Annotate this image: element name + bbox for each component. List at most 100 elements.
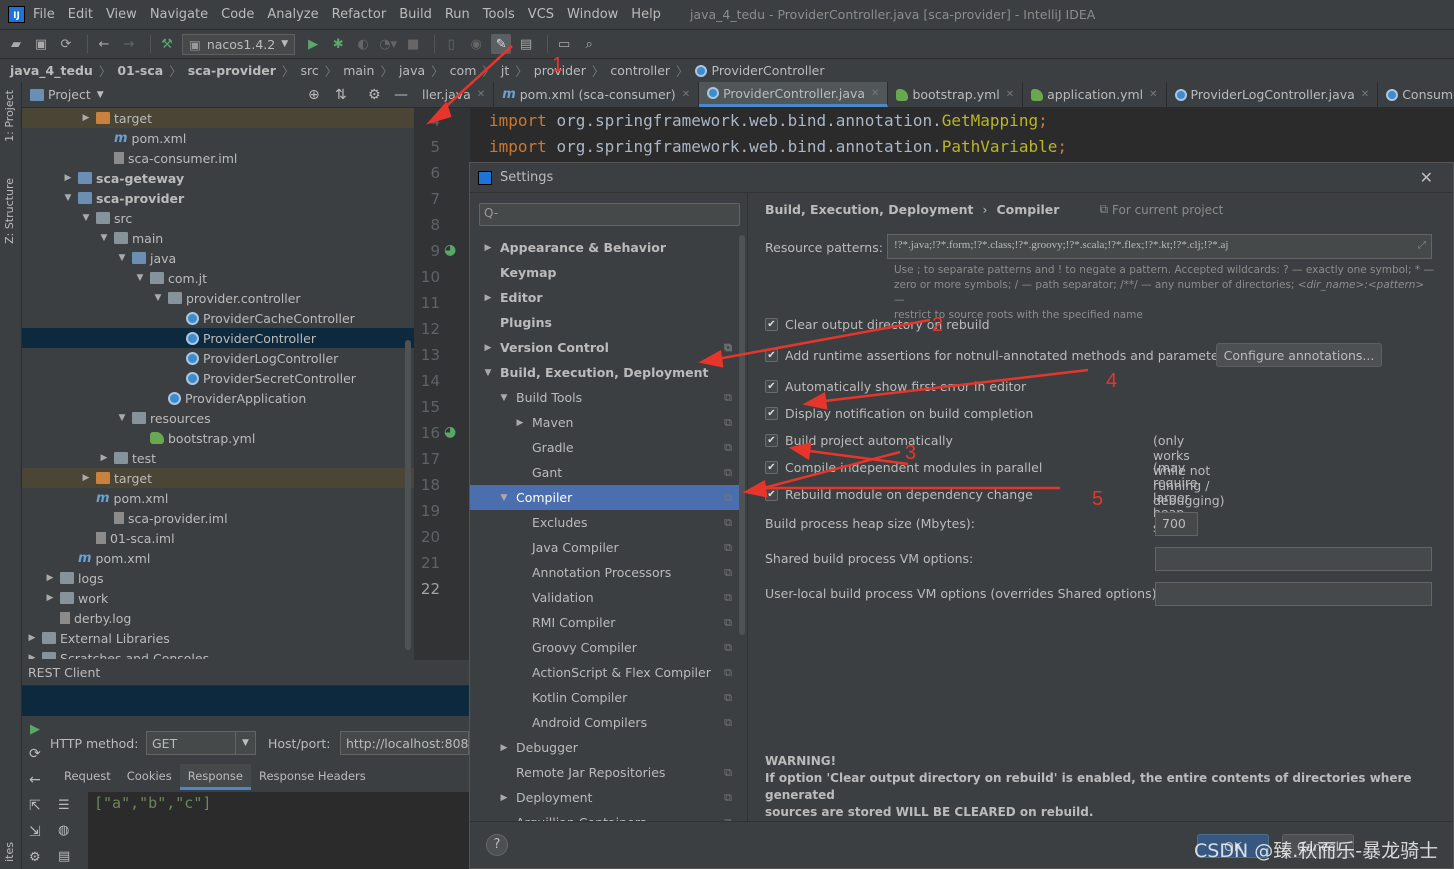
favorites-tool-button[interactable]: ites	[3, 842, 16, 862]
chevron-down-icon[interactable]: ▼	[498, 493, 510, 503]
settings-tree-item[interactable]: ▶ Debugger	[470, 735, 740, 760]
settings-tree-item[interactable]: Keymap	[470, 260, 740, 285]
settings-tree-item[interactable]: Annotation Processors ⧉	[470, 560, 740, 585]
tree-item[interactable]: derby.log	[22, 608, 414, 628]
menu-item-vcs[interactable]: VCS	[528, 7, 554, 22]
checkbox[interactable]: ✔	[765, 488, 778, 501]
tree-item[interactable]: m pom.xml	[22, 548, 414, 568]
breadcrumb-item[interactable]: main	[343, 63, 374, 78]
chevron-right-icon[interactable]: ▶	[80, 113, 92, 123]
chevron-right-icon[interactable]: ▶	[98, 453, 110, 463]
chevron-right-icon[interactable]: ▶	[482, 243, 494, 253]
tree-item[interactable]: ProviderApplication	[22, 388, 414, 408]
checkbox[interactable]: ✔	[765, 407, 778, 420]
option-checkbox[interactable]: ✔ Clear output directory on rebuild	[765, 317, 990, 332]
tree-item[interactable]: ProviderController	[22, 328, 414, 348]
chevron-down-icon[interactable]: ▼	[80, 213, 92, 223]
settings-tree-item[interactable]: ▶ Maven ⧉	[470, 410, 740, 435]
refresh-icon[interactable]: ⟳	[29, 746, 41, 762]
checkbox[interactable]: ✔	[765, 461, 778, 474]
chevron-right-icon[interactable]: ▶	[498, 743, 510, 753]
chevron-down-icon[interactable]: ▼	[97, 90, 104, 100]
settings-tree-item[interactable]: ▶ Editor	[470, 285, 740, 310]
back-icon[interactable]: ←	[29, 772, 41, 788]
close-icon[interactable]: ✕	[1420, 168, 1433, 187]
shared-vm-options-input[interactable]	[1155, 547, 1432, 571]
settings-tree-item[interactable]: Java Compiler ⧉	[470, 535, 740, 560]
chevron-right-icon[interactable]: ▶	[26, 633, 38, 643]
resource-patterns-input[interactable]: !?*.java;!?*.form;!?*.class;!?*.groovy;!…	[887, 234, 1432, 259]
tree-item[interactable]: m pom.xml	[22, 488, 414, 508]
tree-item[interactable]: ▶ target	[22, 108, 414, 128]
close-tab-icon[interactable]: ✕	[682, 89, 690, 100]
hide-icon[interactable]: —	[394, 87, 408, 103]
sync-icon[interactable]: ⟳	[56, 34, 76, 54]
breadcrumb-item[interactable]: java_4_tedu	[10, 63, 93, 78]
breadcrumb-item[interactable]: controller	[610, 63, 670, 78]
forward-icon[interactable]: →	[119, 34, 139, 54]
open-folder-icon[interactable]: ▰	[6, 34, 26, 54]
option-checkbox[interactable]: ✔ Rebuild module on dependency change	[765, 487, 1033, 502]
chevron-right-icon[interactable]: ▶	[482, 293, 494, 303]
chevron-down-icon[interactable]: ▼	[152, 293, 164, 303]
settings-tree-item[interactable]: ▶ Version Control ⧉	[470, 335, 740, 360]
tree-item[interactable]: ProviderCacheController	[22, 308, 414, 328]
locate-icon[interactable]: ⊕	[308, 87, 320, 103]
tree-item[interactable]: ProviderSecretController	[22, 368, 414, 388]
editor-tab[interactable]: bootstrap.yml ✕	[888, 82, 1024, 107]
checkbox[interactable]: ✔	[765, 434, 778, 447]
settings-tree-item[interactable]: Android Compilers ⧉	[470, 710, 740, 735]
settings-tree-item[interactable]: Arquillian Containers⧉	[470, 810, 740, 821]
menu-item-file[interactable]: File	[33, 7, 55, 22]
heap-size-input[interactable]: 700	[1155, 512, 1198, 536]
breadcrumb-item[interactable]: ProviderController	[712, 63, 825, 78]
editor-tab[interactable]: application.yml ✕	[1023, 82, 1167, 107]
tree-item[interactable]: ▶ External Libraries	[22, 628, 414, 648]
breadcrumb-item[interactable]: java	[399, 63, 425, 78]
option-checkbox[interactable]: ✔ Display notification on build completio…	[765, 406, 1033, 421]
checkbox[interactable]: ✔	[765, 349, 778, 362]
run-request-icon[interactable]: ▶	[30, 722, 40, 737]
breadcrumb-item[interactable]: sca-provider	[188, 63, 276, 78]
tree-item[interactable]: ▶ logs	[22, 568, 414, 588]
back-icon[interactable]: ←	[94, 34, 114, 54]
settings-icon[interactable]: ⚙	[29, 850, 41, 865]
tree-item[interactable]: ▼ src	[22, 208, 414, 228]
run-configuration-select[interactable]: ▣ nacos1.4.2 ▼	[182, 33, 296, 55]
http-method-select[interactable]: GET ▼	[146, 731, 256, 755]
checkbox[interactable]: ✔	[765, 318, 778, 331]
coverage-icon[interactable]: ◐	[353, 34, 373, 54]
menu-item-help[interactable]: Help	[631, 7, 661, 22]
editor-tab[interactable]: ProviderController.java ✕	[699, 82, 889, 107]
breadcrumb-item[interactable]: com	[450, 63, 477, 78]
tree-item[interactable]: ProviderLogController	[22, 348, 414, 368]
close-tab-icon[interactable]: ✕	[871, 88, 879, 99]
format-icon[interactable]: ☰	[58, 798, 70, 813]
settings-tree-item[interactable]: ▶ Deployment ⧉	[470, 785, 740, 810]
globe-icon[interactable]: ◍	[58, 823, 69, 838]
configure-annotations-button[interactable]: Configure annotations...	[1216, 343, 1382, 367]
chevron-right-icon[interactable]: ▶	[62, 173, 74, 183]
settings-tree-item[interactable]: ActionScript & Flex Compiler ⧉	[470, 660, 740, 685]
checkbox[interactable]: ✔	[765, 380, 778, 393]
tree-item[interactable]: m pom.xml	[22, 128, 414, 148]
chevron-right-icon[interactable]: ▶	[80, 473, 92, 483]
settings-tree-item[interactable]: Groovy Compiler ⧉	[470, 635, 740, 660]
close-tab-icon[interactable]: ✕	[477, 89, 485, 100]
settings-tree-item[interactable]: Kotlin Compiler ⧉	[470, 685, 740, 710]
user-vm-options-input[interactable]	[1155, 582, 1432, 606]
menu-item-code[interactable]: Code	[221, 7, 254, 22]
tree-item[interactable]: ▶ work	[22, 588, 414, 608]
project-view-selector[interactable]: Project	[48, 87, 91, 102]
settings-tree-item[interactable]: Excludes ⧉	[470, 510, 740, 535]
option-checkbox[interactable]: ✔ Add runtime assertions for notnull-anno…	[765, 348, 1230, 363]
settings-wrench-icon[interactable]: ✎	[491, 34, 512, 54]
chevron-down-icon[interactable]: ▼	[134, 273, 146, 283]
stop-icon[interactable]: ■	[403, 34, 423, 54]
chevron-down-icon[interactable]: ▼	[98, 233, 110, 243]
close-tab-icon[interactable]: ✕	[1149, 89, 1157, 100]
menu-item-refactor[interactable]: Refactor	[332, 7, 387, 22]
tree-item[interactable]: ▼ main	[22, 228, 414, 248]
sdk-icon[interactable]: ◉	[466, 34, 486, 54]
terminal-icon[interactable]: ▭	[554, 34, 574, 54]
